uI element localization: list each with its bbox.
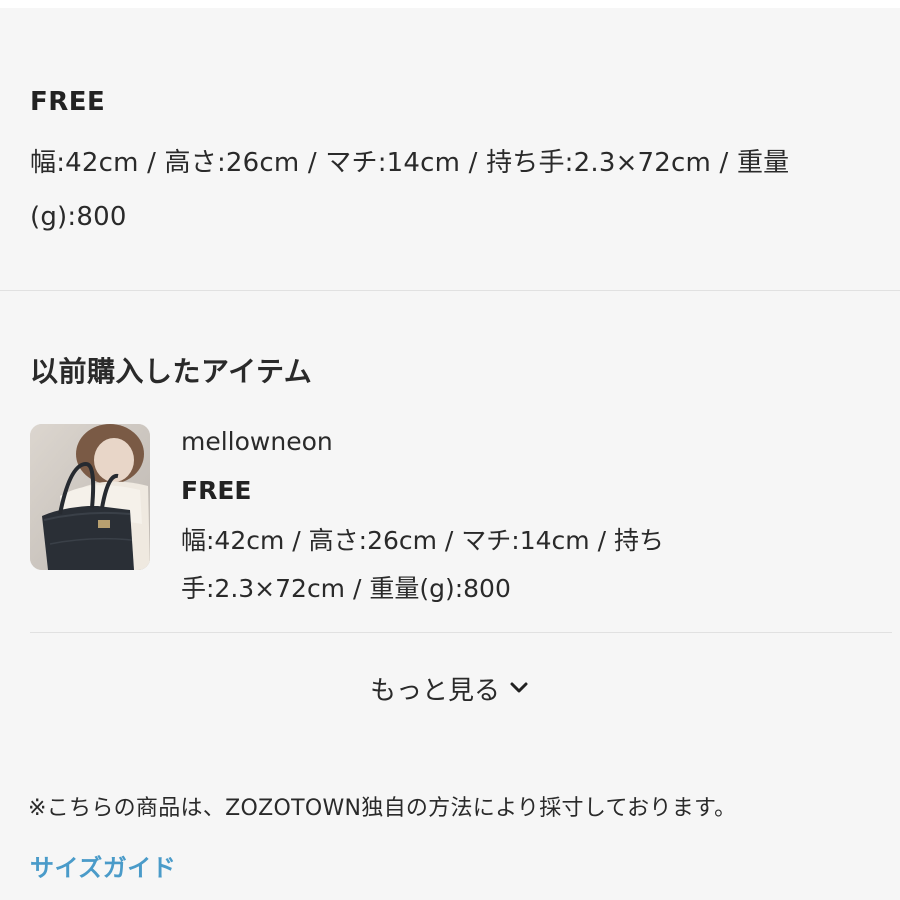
divider bbox=[0, 290, 900, 291]
show-more-label: もっと見る bbox=[370, 675, 501, 706]
purchased-item-card[interactable]: mellowneon FREE 幅:42cm / 高さ:26cm / マチ:14… bbox=[30, 422, 890, 612]
previous-purchases-title: 以前購入したアイテム bbox=[30, 355, 313, 388]
chevron-down-icon bbox=[510, 682, 528, 693]
size-detail: 幅:42cm / 高さ:26cm / マチ:14cm / 持ち手:2.3×72c… bbox=[30, 148, 790, 232]
item-brand: mellowneon bbox=[181, 427, 333, 456]
size-guide-link[interactable]: サイズガイド bbox=[30, 848, 176, 883]
size-spec-block: FREE 幅:42cm / 高さ:26cm / マチ:14cm / 持ち手:2.… bbox=[30, 82, 880, 244]
item-detail: 幅:42cm / 高さ:26cm / マチ:14cm / 持ち手:2.3×72c… bbox=[181, 526, 664, 603]
divider bbox=[30, 632, 892, 633]
item-size: FREE bbox=[181, 476, 252, 505]
item-info: mellowneon FREE 幅:42cm / 高さ:26cm / マチ:14… bbox=[181, 422, 741, 613]
tote-bag-photo-icon[interactable] bbox=[30, 424, 150, 570]
show-more-button[interactable]: もっと見る bbox=[370, 666, 530, 710]
size-label: FREE bbox=[30, 87, 106, 117]
top-strip bbox=[0, 0, 900, 8]
measurement-note: ※こちらの商品は、ZOZOTOWN独自の方法により採寸しております。 bbox=[28, 796, 737, 821]
